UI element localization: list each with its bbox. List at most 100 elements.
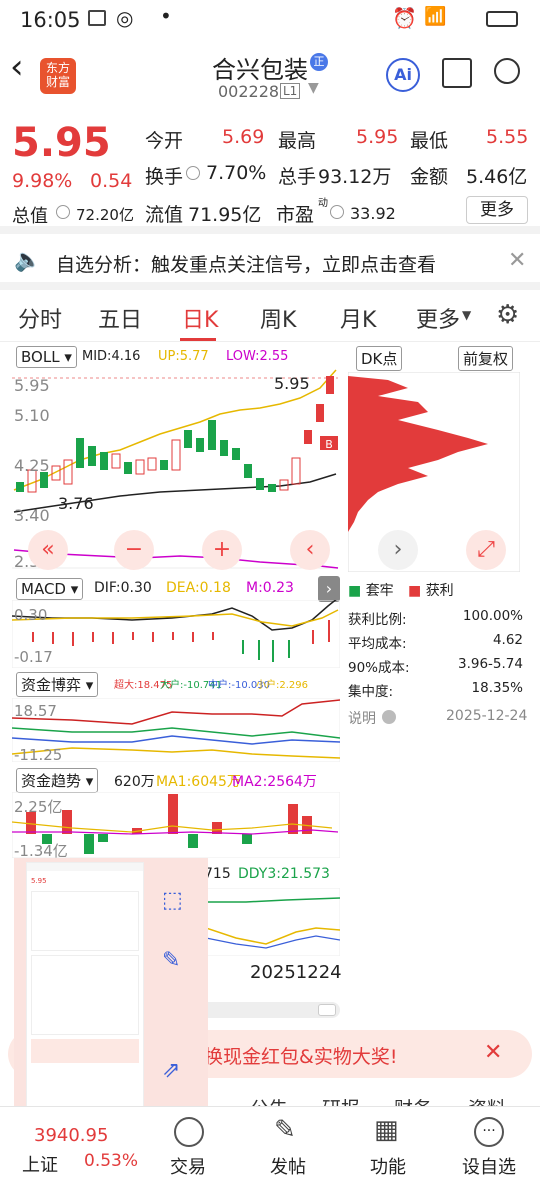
more-dots-icon[interactable]: ··· — [474, 1117, 504, 1147]
battery-icon — [486, 11, 518, 27]
thumb-price: 5.95 — [31, 877, 47, 885]
legend-profit-label: 获利 — [425, 583, 454, 599]
fund-trend-selector[interactable]: 资金趋势 ▾ — [16, 768, 99, 793]
close-icon[interactable]: ✕ — [484, 1040, 502, 1065]
share-icon[interactable]: ⇗ — [162, 1058, 180, 1083]
zoom-out-button[interactable]: − — [114, 530, 154, 570]
prev-button[interactable]: ‹ — [290, 530, 330, 570]
macd-m: M:0.23 — [246, 580, 294, 596]
period-tabs: 分时 五日 日K 周K 月K 更多 ▼ ⚙ — [0, 290, 540, 342]
macd-selector[interactable]: MACD ▾ — [16, 578, 84, 600]
y-label-4: 3.40 — [14, 506, 50, 525]
stat-value: 18.35% — [471, 680, 523, 696]
fund-game-name: 资金博弈 — [21, 676, 82, 694]
wifi-icon: 📶 — [424, 6, 447, 27]
stat-key: 90%成本: — [348, 660, 410, 676]
quote-panel: 5.95 9.98% 0.54 总值 72.20亿 今开 5.69 最高 5.9… — [0, 108, 540, 234]
float-value: 71.95亿 — [188, 204, 262, 226]
nav-settings[interactable]: 设自选 — [462, 1153, 516, 1179]
b-marker-label: B — [325, 438, 333, 451]
trade-icon[interactable] — [174, 1117, 204, 1147]
stat-cost-90: 90%成本: 3.96-5.74 — [348, 656, 523, 676]
stock-code: 002228 — [218, 82, 280, 101]
nav-settings-label: 自选 — [480, 1157, 516, 1178]
stock-header: ‹ 东方 财富 合兴包装 正 002228 L1 ▼ Ai — [0, 40, 540, 108]
volume-value: 93.12万 — [318, 166, 392, 188]
boll-low: LOW:2.55 — [226, 349, 289, 364]
collapse-arrow-icon[interactable]: › — [318, 576, 340, 602]
info-icon[interactable] — [186, 166, 200, 180]
candles — [16, 376, 334, 493]
scan-icon[interactable]: ⬚ — [162, 888, 183, 913]
macd-dea: DEA:0.18 — [166, 580, 231, 596]
amount-value: 5.46亿 — [466, 166, 528, 188]
volume-label: 总手 — [278, 166, 317, 188]
wechat-icon: ◎ — [116, 6, 134, 30]
stat-profit-ratio: 获利比例: 100.00% — [348, 608, 523, 628]
notice-text: 自选分析：触发重点关注信号，立即点击查看 — [56, 254, 437, 276]
edit-icon[interactable]: ✎ — [162, 948, 180, 973]
info-icon[interactable] — [330, 205, 344, 219]
tab-intraday[interactable]: 分时 — [18, 302, 62, 334]
boll-selector[interactable]: BOLL ▾ — [16, 346, 77, 368]
note-label[interactable]: 说明 — [348, 708, 376, 728]
post-icon[interactable]: ✎ — [274, 1115, 296, 1145]
search-icon[interactable] — [494, 58, 520, 84]
alarm-icon: ⏰ — [392, 6, 417, 30]
boll-mid: MID:4.16 — [82, 349, 141, 364]
tab-daily[interactable]: 日K — [182, 302, 218, 334]
expand-icon[interactable]: ⤢ — [466, 530, 506, 570]
stat-key: 获利比例: — [348, 612, 407, 628]
gear-icon[interactable]: ⚙ — [496, 300, 519, 330]
high-label: 最高 — [278, 130, 317, 152]
close-icon[interactable]: ✕ — [508, 248, 526, 273]
tab-more[interactable]: 更多 — [416, 302, 460, 334]
scroll-handle[interactable] — [318, 1004, 336, 1016]
share-icon[interactable] — [442, 58, 472, 88]
more-button[interactable]: 更多 — [466, 196, 528, 224]
index-value[interactable]: 3940.95 — [34, 1125, 108, 1146]
stat-concentration: 集中度: 18.35% — [348, 680, 523, 700]
fund-game-top: 18.57 — [14, 702, 57, 720]
market-tag: L1 — [280, 83, 301, 99]
y-label-3: 4.25 — [14, 456, 50, 475]
info-icon[interactable] — [56, 205, 70, 219]
stat-value: 100.00% — [462, 608, 523, 624]
logo-text-1: 东方 — [45, 61, 70, 75]
tab-five-day[interactable]: 五日 — [98, 302, 142, 334]
apps-icon[interactable]: ▦ — [374, 1115, 399, 1145]
fq-button[interactable]: 前复权 — [458, 346, 514, 371]
nav-post[interactable]: 发帖 — [270, 1153, 306, 1179]
stat-avg-cost: 平均成本: 4.62 — [348, 632, 523, 652]
speaker-icon: 🔈 — [14, 248, 42, 273]
legend-lock: ■ 套牢 — [348, 583, 394, 599]
tab-monthly[interactable]: 月K — [340, 302, 376, 334]
status-time: 16:05 — [20, 8, 81, 32]
ddy-chart — [206, 888, 340, 956]
screenshot-thumbnail[interactable]: 5.95 — [26, 862, 144, 1116]
stat-value: 3.96-5.74 — [458, 656, 523, 672]
high-value: 5.95 — [356, 126, 399, 148]
info-icon[interactable] — [382, 710, 396, 724]
back-icon[interactable]: ‹ — [10, 50, 24, 84]
index-name[interactable]: 上证 — [22, 1151, 58, 1177]
nav-trade[interactable]: 交易 — [170, 1153, 206, 1179]
next-button[interactable]: › — [378, 530, 418, 570]
nav-function[interactable]: 功能 — [370, 1153, 406, 1179]
tab-weekly[interactable]: 周K — [260, 302, 296, 334]
dk-button[interactable]: DK点 — [356, 346, 403, 371]
notice-bar[interactable]: 🔈 自选分析：触发重点关注信号，立即点击查看 ✕ — [0, 236, 540, 290]
ddy-3: DDY3:21.573 — [238, 866, 330, 882]
fund-trend-vol: 620万 — [114, 774, 155, 790]
last-price-label: 5.95 — [274, 374, 310, 393]
low-label: 最低 — [410, 130, 449, 152]
zoom-in-button[interactable]: + — [202, 530, 242, 570]
chevron-down-icon[interactable]: ▼ — [308, 80, 319, 96]
fund-game-selector[interactable]: 资金博弈 ▾ — [16, 672, 99, 697]
change-amount: 0.54 — [90, 170, 133, 192]
low-mark-label: 3.76 — [58, 494, 94, 513]
boll-name: BOLL — [21, 348, 60, 366]
ai-button[interactable]: Ai — [386, 58, 420, 92]
rewind-button[interactable]: « — [28, 530, 68, 570]
macd-top: 0.30 — [14, 606, 48, 624]
